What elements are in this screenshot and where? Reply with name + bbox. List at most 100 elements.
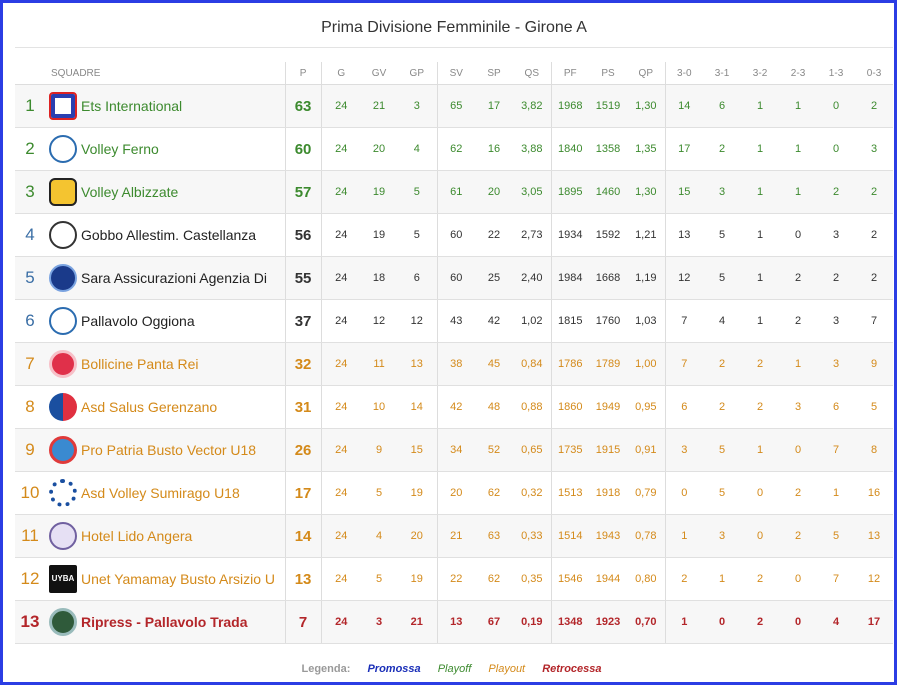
stat-cell: 5 xyxy=(817,514,856,558)
team-name[interactable]: Volley Ferno xyxy=(81,127,286,171)
team-name[interactable]: Bollicine Panta Rei xyxy=(81,342,286,386)
stat-cell: 5 xyxy=(703,256,742,300)
stat-cell: 25 xyxy=(475,256,514,300)
stat-cell: 5 xyxy=(703,213,742,257)
table-row[interactable]: 13 Ripress - Pallavolo Trada 7 24 3 21 13 67 0,1… xyxy=(15,600,894,644)
uyba-logo: UYBA xyxy=(49,565,77,593)
points-cell: 37 xyxy=(285,299,322,343)
stat-cell: 3 xyxy=(855,127,894,171)
header-col: PS xyxy=(589,62,628,85)
stat-cell: 16 xyxy=(855,471,894,515)
volleyball-logo xyxy=(49,307,77,335)
logo-cell xyxy=(45,299,81,343)
stat-cell: 2 xyxy=(817,256,856,300)
rank-cell: 12 xyxy=(15,557,45,601)
stat-cell: 1984 xyxy=(551,256,590,300)
stat-cell: 5 xyxy=(361,471,398,515)
stat-cell: 12 xyxy=(855,557,894,601)
team-name[interactable]: Volley Albizzate xyxy=(81,170,286,214)
stat-cell: 19 xyxy=(397,557,438,601)
header-col: SV xyxy=(437,62,476,85)
legend-retrocessa: Retrocessa xyxy=(542,663,602,675)
stat-cell: 13 xyxy=(855,514,894,558)
round-ball-logo xyxy=(49,221,77,249)
logo-cell xyxy=(45,342,81,386)
stat-cell: 3 xyxy=(361,600,398,644)
stat-cell: 3 xyxy=(817,342,856,386)
stat-cell: 4 xyxy=(397,127,438,171)
logo-cell xyxy=(45,428,81,472)
team-name[interactable]: Sara Assicurazioni Agenzia Di xyxy=(81,256,286,300)
team-name[interactable]: Asd Volley Sumirago U18 xyxy=(81,471,286,515)
stat-cell: 1546 xyxy=(551,557,590,601)
stat-cell: 21 xyxy=(361,84,398,128)
stat-cell: 6 xyxy=(817,385,856,429)
stat-cell: 2 xyxy=(703,385,742,429)
stat-cell: 2 xyxy=(855,170,894,214)
stat-cell: 3 xyxy=(817,213,856,257)
table-row[interactable]: 11 Hotel Lido Angera 14 24 4 20 21 63 0,33 1514 19… xyxy=(15,514,894,558)
rank-cell: 1 xyxy=(15,84,45,128)
rank-cell: 3 xyxy=(15,170,45,214)
stat-cell: 4 xyxy=(703,299,742,343)
rank-cell: 13 xyxy=(15,600,45,644)
table-row[interactable]: 1 Ets International 63 24 21 3 65 17 3,82 1968 151… xyxy=(15,84,894,128)
gear-logo xyxy=(49,479,77,507)
table-row[interactable]: 10 Asd Volley Sumirago U18 17 24 5 19 20 62 0,32… xyxy=(15,471,894,515)
table-row[interactable]: 12 UYBA Unet Yamamay Busto Arsizio U 13 24 5 1… xyxy=(15,557,894,601)
table-row[interactable]: 6 Pallavolo Oggiona 37 24 12 12 43 42 1,02 1815 17… xyxy=(15,299,894,343)
stat-cell: 24 xyxy=(321,84,362,128)
stat-cell: 24 xyxy=(321,385,362,429)
stat-cell: 2 xyxy=(779,256,818,300)
team-name[interactable]: Asd Salus Gerenzano xyxy=(81,385,286,429)
stat-cell: 1 xyxy=(779,84,818,128)
stat-cell: 2 xyxy=(855,256,894,300)
team-name[interactable]: Ripress - Pallavolo Trada xyxy=(81,600,286,644)
stat-cell: 21 xyxy=(437,514,476,558)
header-col: SP xyxy=(475,62,514,85)
stat-cell: 4 xyxy=(361,514,398,558)
stat-cell: 1934 xyxy=(551,213,590,257)
stat-cell: 1,21 xyxy=(627,213,666,257)
stat-cell: 3 xyxy=(779,385,818,429)
page-title: Prima Divisione Femminile - Girone A xyxy=(15,9,893,48)
stat-cell: 24 xyxy=(321,514,362,558)
stat-cell: 22 xyxy=(437,557,476,601)
table-row[interactable]: 5 Sara Assicurazioni Agenzia Di 55 24 18 6 60 2… xyxy=(15,256,894,300)
team-name[interactable]: Pro Patria Busto Vector U18 xyxy=(81,428,286,472)
stat-cell: 42 xyxy=(437,385,476,429)
rank-cell: 5 xyxy=(15,256,45,300)
table-row[interactable]: 8 Asd Salus Gerenzano 31 24 10 14 42 48 0,88 1860… xyxy=(15,385,894,429)
header-team: SQUADRE xyxy=(15,62,286,85)
points-cell: 14 xyxy=(285,514,322,558)
header-col: P xyxy=(285,62,322,85)
logo-cell xyxy=(45,213,81,257)
stat-cell: 1514 xyxy=(551,514,590,558)
table-row[interactable]: 7 Bollicine Panta Rei 32 24 11 13 38 45 0,84 1786… xyxy=(15,342,894,386)
table-row[interactable]: 3 Volley Albizzate 57 24 19 5 61 20 3,05 1895 1460… xyxy=(15,170,894,214)
team-name[interactable]: Pallavolo Oggiona xyxy=(81,299,286,343)
stat-cell: 1943 xyxy=(589,514,628,558)
stat-cell: 1 xyxy=(665,600,704,644)
stat-cell: 1 xyxy=(779,127,818,171)
stat-cell: 6 xyxy=(703,84,742,128)
stat-cell: 13 xyxy=(665,213,704,257)
stat-cell: 48 xyxy=(475,385,514,429)
stat-cell: 5 xyxy=(397,213,438,257)
table-row[interactable]: 9 Pro Patria Busto Vector U18 26 24 9 15 34 52 0… xyxy=(15,428,894,472)
points-cell: 31 xyxy=(285,385,322,429)
team-name[interactable]: Unet Yamamay Busto Arsizio U xyxy=(81,557,286,601)
team-name[interactable]: Ets International xyxy=(81,84,286,128)
stat-cell: 1 xyxy=(741,170,780,214)
table-row[interactable]: 2 Volley Ferno 60 24 20 4 62 16 3,88 1840 1358 1,35… xyxy=(15,127,894,171)
stat-cell: 0,65 xyxy=(513,428,552,472)
table-row[interactable]: 4 Gobbo Allestim. Castellanza 56 24 19 5 60 22 2… xyxy=(15,213,894,257)
stat-cell: 24 xyxy=(321,428,362,472)
header-col: 3-1 xyxy=(703,62,742,85)
green-round-logo xyxy=(49,608,77,636)
stat-cell: 19 xyxy=(361,213,398,257)
team-name[interactable]: Hotel Lido Angera xyxy=(81,514,286,558)
stat-cell: 1,00 xyxy=(627,342,666,386)
stat-cell: 60 xyxy=(437,213,476,257)
team-name[interactable]: Gobbo Allestim. Castellanza xyxy=(81,213,286,257)
